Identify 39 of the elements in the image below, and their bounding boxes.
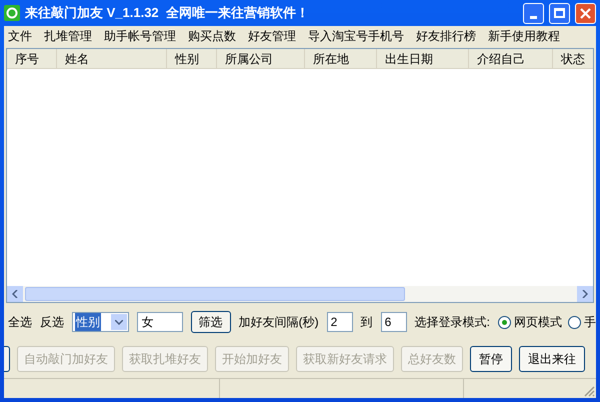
action-button[interactable]: 退出来往 [519, 346, 585, 372]
action-button[interactable]: 暂停 [470, 346, 512, 372]
column-header[interactable]: 所在地 [305, 49, 377, 68]
app-icon [4, 5, 20, 21]
window-title: 来往敲门加友 V_1.1.32 全网唯一来往营销软件！ [25, 4, 310, 22]
interval-to-field[interactable]: 6 [380, 312, 407, 332]
close-icon [580, 8, 591, 18]
filter-button[interactable]: 筛选 [190, 311, 231, 333]
menu-item[interactable]: 购买点数 [188, 27, 236, 45]
column-header[interactable]: 序号 [7, 49, 57, 68]
column-header[interactable]: 姓名 [57, 49, 167, 68]
menu-item[interactable]: 新手使用教程 [488, 27, 560, 45]
column-header[interactable]: 性别 [167, 49, 217, 68]
menu-item[interactable]: 助手帐号管理 [104, 27, 176, 45]
menu-item[interactable]: 好友管理 [248, 27, 296, 45]
menu-item[interactable]: 导入淘宝号手机号 [308, 27, 404, 45]
select-all-link[interactable]: 全选 [8, 313, 32, 331]
field-dropdown[interactable]: 性别 [72, 312, 129, 332]
close-button[interactable] [575, 2, 596, 24]
menu-item[interactable]: 文件 [8, 27, 32, 45]
interval-label: 加好友间隔(秒) [238, 314, 319, 331]
column-header[interactable]: 状态 [553, 49, 596, 68]
column-header[interactable]: 所属公司 [217, 49, 305, 68]
resize-grip-icon[interactable] [584, 386, 595, 397]
to-label: 到 [360, 314, 373, 331]
column-header[interactable]: 介绍自己 [469, 49, 553, 68]
column-header[interactable]: 出生日期 [377, 49, 469, 68]
invert-selection-link[interactable]: 反选 [40, 313, 64, 331]
maximize-button[interactable] [549, 2, 570, 24]
login-mode-radio[interactable]: 手 [568, 313, 596, 331]
scroll-left-icon[interactable] [7, 286, 23, 302]
scroll-right-icon[interactable] [577, 286, 593, 302]
interval-from-field[interactable]: 2 [326, 312, 353, 332]
minimize-button[interactable] [523, 2, 544, 24]
menu-item[interactable]: 扎堆管理 [44, 27, 92, 45]
menu-item[interactable]: 好友排行榜 [416, 27, 476, 45]
login-mode-label: 选择登录模式: [414, 314, 490, 331]
login-mode-radio[interactable]: 网页模式 [498, 313, 562, 331]
filter-value-field[interactable]: 女 [136, 312, 183, 332]
